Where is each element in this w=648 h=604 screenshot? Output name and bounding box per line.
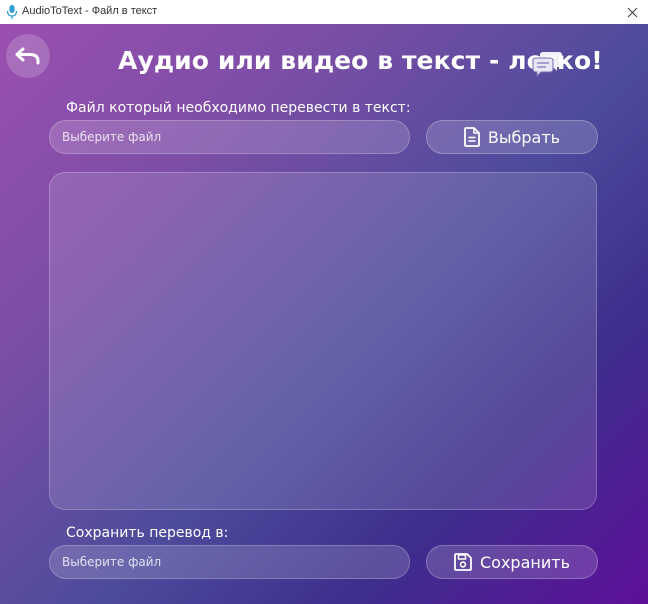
close-button[interactable] bbox=[616, 0, 648, 24]
floppy-disk-icon bbox=[454, 553, 472, 571]
main-panel: Аудио или видео в текст - легко! Файл ко… bbox=[0, 24, 648, 604]
title-bar: AudioToText - Файл в текст bbox=[0, 0, 648, 25]
choose-file-label: Выбрать bbox=[487, 127, 561, 147]
close-icon bbox=[627, 7, 637, 17]
save-button[interactable]: Сохранить bbox=[426, 545, 598, 579]
save-button-label: Сохранить bbox=[480, 552, 570, 572]
input-file-field[interactable] bbox=[49, 120, 410, 154]
back-button[interactable] bbox=[6, 34, 50, 78]
transcript-text-area[interactable] bbox=[49, 172, 597, 510]
chat-bubbles-icon bbox=[532, 52, 562, 78]
microphone-icon bbox=[6, 5, 18, 19]
output-file-label: Сохранить перевод в: bbox=[66, 525, 229, 541]
undo-icon bbox=[15, 47, 40, 65]
document-icon bbox=[464, 127, 480, 147]
input-file-label: Файл который необходимо перевести в текс… bbox=[66, 100, 411, 116]
choose-file-button[interactable]: Выбрать bbox=[426, 120, 598, 154]
page-title: Аудио или видео в текст - легко! bbox=[118, 46, 603, 75]
window-title: AudioToText - Файл в текст bbox=[22, 5, 158, 17]
output-file-field[interactable] bbox=[49, 545, 410, 579]
